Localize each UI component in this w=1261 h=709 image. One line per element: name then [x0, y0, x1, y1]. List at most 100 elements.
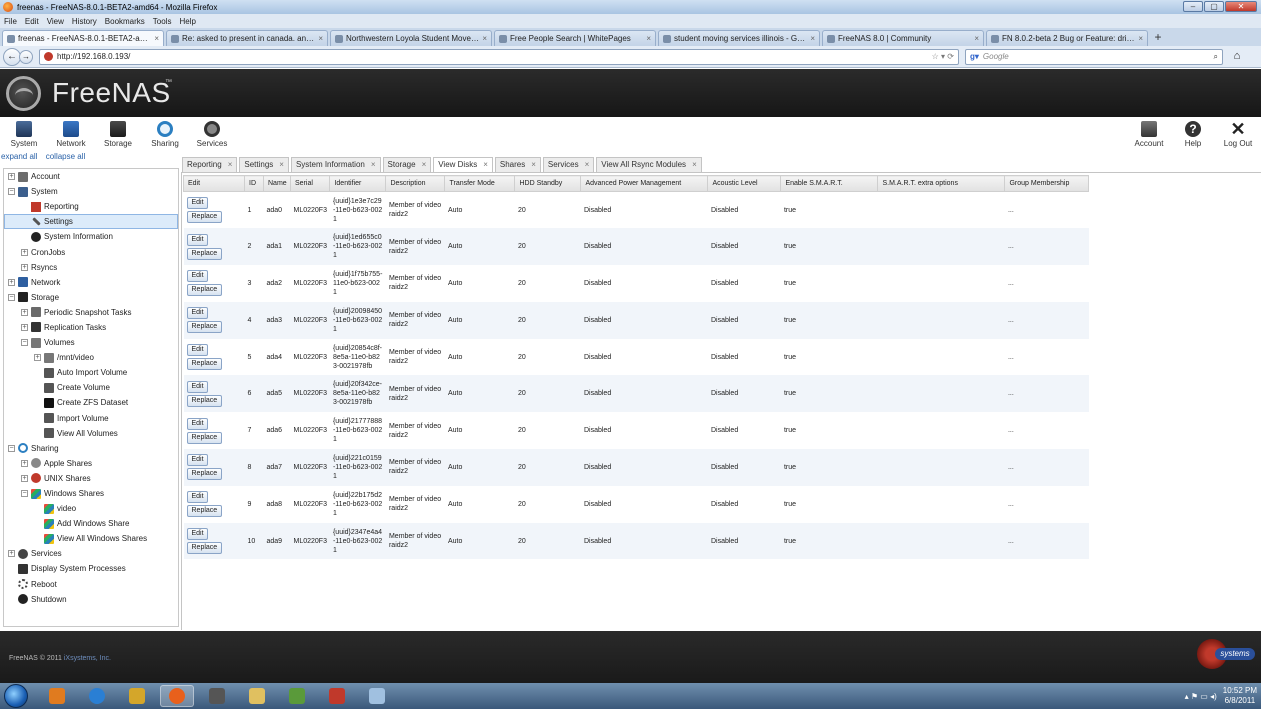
menu-item-tools[interactable]: Tools [153, 17, 172, 26]
tray-icons[interactable]: ▴ ⚑ ▭ ◂) [1185, 692, 1217, 701]
expand-toggle-icon[interactable]: + [8, 550, 15, 558]
tab-view-disks[interactable]: View Disks × [433, 157, 493, 172]
expand-toggle-icon[interactable]: + [21, 263, 28, 271]
edit-button[interactable]: Edit [186, 270, 208, 283]
expand-toggle-icon[interactable]: + [8, 173, 15, 181]
column-header-serial[interactable]: Serial [289, 175, 331, 192]
toolbar-system-button[interactable]: System [4, 121, 44, 148]
edit-button[interactable]: Edit [186, 380, 208, 393]
tab-shares[interactable]: Shares × [494, 157, 541, 172]
menu-item-history[interactable]: History [72, 17, 97, 26]
menu-item-bookmarks[interactable]: Bookmarks [105, 17, 145, 26]
replace-button[interactable]: Replace [186, 321, 222, 334]
column-header-name[interactable]: Name [263, 175, 291, 192]
tab-settings[interactable]: Settings × [239, 157, 289, 172]
edit-button[interactable]: Edit [186, 528, 208, 541]
close-tab-icon[interactable]: × [483, 158, 488, 172]
google-engine-icon[interactable]: g▾ [970, 52, 979, 61]
toolbar-log-out-button[interactable]: ✕ Log Out [1218, 120, 1258, 148]
close-window-button[interactable]: ✕ [1225, 1, 1257, 12]
tab-view-all-rsync-modules[interactable]: View All Rsync Modules × [596, 157, 702, 172]
table-row[interactable]: Edit Replace 4 ada3 ML0220F3 {uuid}20098450-1… [183, 301, 1089, 339]
tree-item-services[interactable]: + Services [4, 546, 178, 561]
tree-item-video[interactable]: video [4, 501, 178, 516]
table-row[interactable]: Edit Replace 7 ada6 ML0220F3 {uuid}21777888-1… [183, 412, 1089, 450]
replace-button[interactable]: Replace [186, 431, 222, 444]
tree-item-rsyncs[interactable]: + Rsyncs [4, 260, 178, 275]
replace-button[interactable]: Replace [186, 468, 222, 481]
expand-toggle-icon[interactable]: + [34, 354, 41, 362]
close-tab-icon[interactable]: × [974, 34, 979, 43]
column-header-transfer-mode[interactable]: Transfer Mode [444, 175, 516, 192]
tree-item-storage[interactable]: − Storage [4, 290, 178, 305]
tree-item-replication-tasks[interactable]: + Replication Tasks [4, 320, 178, 335]
edit-button[interactable]: Edit [186, 491, 208, 504]
tree-item-display-system-processes[interactable]: Display System Processes [4, 561, 178, 576]
toolbar-help-button[interactable]: ? Help [1173, 121, 1213, 148]
taskbar-app-button[interactable] [160, 685, 194, 707]
tree-item-volumes[interactable]: − Volumes [4, 335, 178, 350]
column-header-description[interactable]: Description [385, 175, 446, 192]
column-header-identifier[interactable]: Identifier [329, 175, 387, 192]
browser-tab[interactable]: student moving services illinois - Goo..… [658, 30, 820, 46]
replace-button[interactable]: Replace [186, 505, 222, 518]
edit-button[interactable]: Edit [186, 307, 208, 320]
tree-item-import-volume[interactable]: Import Volume [4, 411, 178, 426]
table-row[interactable]: Edit Replace 9 ada8 ML0220F3 {uuid}22b175d2-1… [183, 485, 1089, 523]
site-identity-icon[interactable] [44, 52, 53, 61]
tree-item-system-information[interactable]: System Information [4, 229, 178, 244]
column-header-group-membership[interactable]: Group Membership [1004, 175, 1090, 192]
menu-item-view[interactable]: View [47, 17, 64, 26]
tree-item-add-windows-share[interactable]: Add Windows Share [4, 516, 178, 531]
toolbar-network-button[interactable]: Network [51, 121, 91, 148]
expand-toggle-icon[interactable]: + [21, 459, 28, 467]
toolbar-services-button[interactable]: Services [192, 121, 232, 148]
replace-button[interactable]: Replace [186, 211, 222, 224]
table-row[interactable]: Edit Replace 2 ada1 ML0220F3 {uuid}1ed655c0-1… [183, 228, 1089, 266]
start-button[interactable] [4, 684, 28, 708]
edit-button[interactable]: Edit [186, 344, 208, 357]
close-tab-icon[interactable]: × [279, 158, 284, 172]
taskbar-app-button[interactable] [40, 685, 74, 707]
menu-item-edit[interactable]: Edit [25, 17, 39, 26]
tree-item-periodic-snapshot-tasks[interactable]: + Periodic Snapshot Tasks [4, 305, 178, 320]
expand-toggle-icon[interactable]: + [21, 248, 28, 256]
tree-item-settings[interactable]: Settings [4, 214, 178, 230]
menu-item-help[interactable]: Help [179, 17, 195, 26]
tree-item-account[interactable]: + Account [4, 169, 178, 184]
table-row[interactable]: Edit Replace 5 ada4 ML0220F3 {uuid}20854c8f-8… [183, 338, 1089, 376]
table-row[interactable]: Edit Replace 3 ada2 ML0220F3 {uuid}1f75b755-1… [183, 265, 1089, 302]
collapse-toggle-icon[interactable]: − [21, 339, 28, 347]
edit-button[interactable]: Edit [186, 233, 208, 246]
toolbar-sharing-button[interactable]: Sharing [145, 121, 185, 148]
maximize-button[interactable]: ▢ [1204, 1, 1224, 12]
edit-button[interactable]: Edit [186, 197, 208, 210]
collapse-all-link[interactable]: collapse all [46, 152, 86, 161]
browser-tab[interactable]: Re: asked to present in canada. any c...… [166, 30, 328, 46]
collapse-toggle-icon[interactable]: − [21, 490, 28, 498]
taskbar-app-button[interactable] [80, 685, 114, 707]
tree-item-mnt-video[interactable]: + /mnt/video [4, 350, 178, 365]
tree-item-apple-shares[interactable]: + Apple Shares [4, 456, 178, 471]
column-header-hdd-standby[interactable]: HDD Standby [514, 175, 582, 192]
tree-item-view-all-windows-shares[interactable]: View All Windows Shares [4, 531, 178, 546]
expand-toggle-icon[interactable]: + [8, 278, 15, 286]
close-tab-icon[interactable]: × [228, 158, 233, 172]
tab-system-information[interactable]: System Information × [290, 157, 381, 172]
tree-item-cronjobs[interactable]: + CronJobs [4, 244, 178, 259]
table-row[interactable]: Edit Replace 6 ada5 ML0220F3 {uuid}20f342ce-8… [183, 375, 1089, 413]
search-icon[interactable]: ⌕ [1214, 52, 1218, 62]
taskbar-app-button[interactable] [320, 685, 354, 707]
url-text[interactable]: http://192.168.0.193/ [57, 52, 932, 61]
clock[interactable]: 10:52 PM 6/8/2011 [1223, 686, 1257, 706]
tree-item-system[interactable]: − System [4, 184, 178, 199]
close-tab-icon[interactable]: × [154, 34, 159, 43]
minimize-button[interactable]: – [1183, 1, 1203, 12]
close-tab-icon[interactable]: × [371, 158, 376, 172]
column-header-acoustic-level[interactable]: Acoustic Level [707, 175, 782, 192]
search-input[interactable]: Google [983, 52, 1214, 61]
expand-all-link[interactable]: expand all [1, 152, 37, 161]
tree-item-unix-shares[interactable]: + UNIX Shares [4, 471, 178, 486]
browser-tab[interactable]: freenas - FreeNAS-8.0.1-BETA2-amd64 × [2, 30, 164, 46]
close-tab-icon[interactable]: × [810, 34, 815, 43]
